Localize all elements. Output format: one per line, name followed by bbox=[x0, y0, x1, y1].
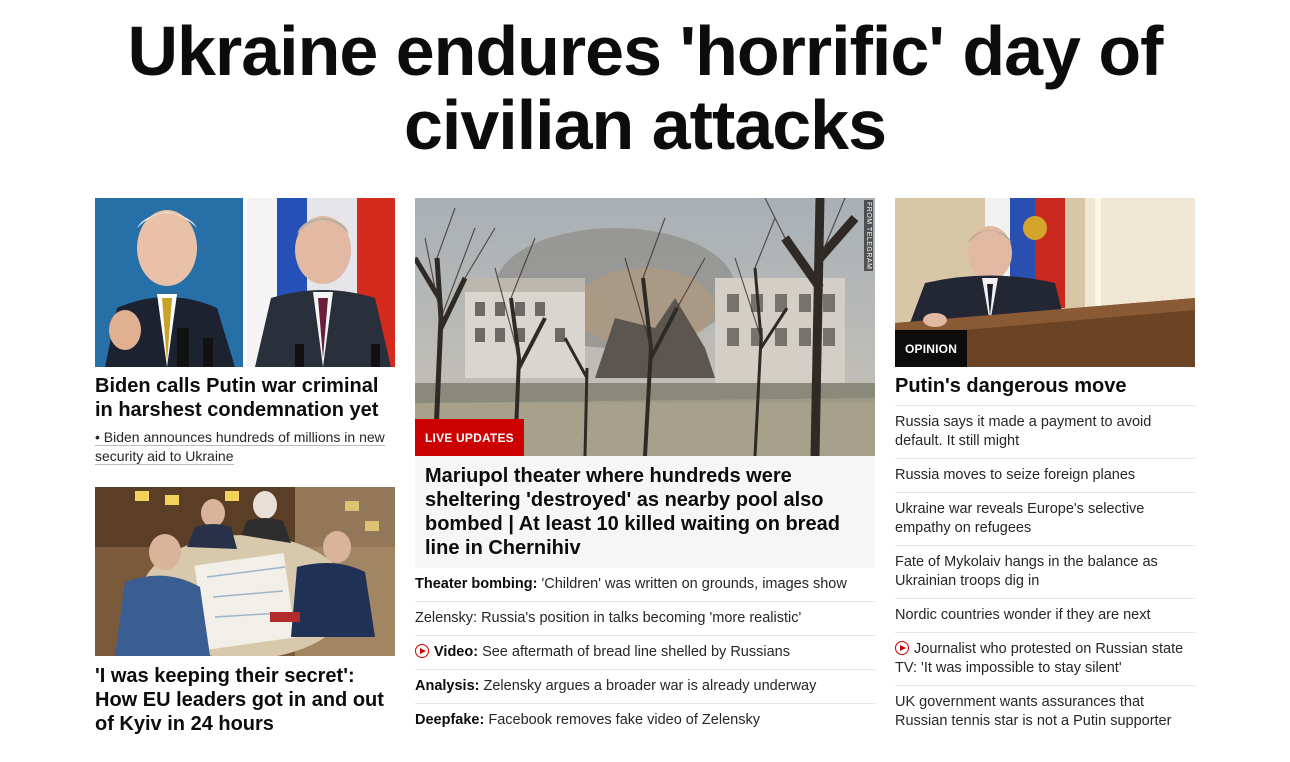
link-text: See aftermath of bread line shelled by R… bbox=[478, 644, 790, 660]
link-prefix: Deepfake: bbox=[415, 712, 485, 728]
related-link-item[interactable]: Theater bombing: 'Children' was written … bbox=[415, 568, 875, 602]
live-updates-label: LIVE UPDATES bbox=[415, 419, 524, 456]
link-text: UK government wants assurances that Russ… bbox=[895, 694, 1172, 729]
link-text: Fate of Mykolaiv hangs in the balance as… bbox=[895, 554, 1158, 589]
right-column: OPINION Putin's dangerous move Russia sa… bbox=[895, 198, 1195, 738]
play-video-icon bbox=[415, 644, 429, 658]
left-column: Biden calls Putin war criminal in harshe… bbox=[95, 198, 395, 735]
related-link-item[interactable]: Zelensky: Russia's position in talks bec… bbox=[415, 602, 875, 636]
main-headline[interactable]: Ukraine endures 'horrific' day of civili… bbox=[60, 14, 1230, 162]
related-link-item[interactable]: Analysis: Zelensky argues a broader war … bbox=[415, 670, 875, 704]
link-text: Facebook removes fake video of Zelensky bbox=[484, 712, 760, 728]
story-biden-title[interactable]: Biden calls Putin war criminal in harshe… bbox=[95, 374, 395, 422]
eu-leaders-photo[interactable] bbox=[95, 487, 395, 656]
link-text: Journalist who protested on Russian stat… bbox=[895, 641, 1184, 676]
link-text: 'Children' was written on grounds, image… bbox=[537, 576, 847, 592]
headline-link-item[interactable]: Ukraine war reveals Europe's selective e… bbox=[895, 493, 1195, 546]
opinion-story-title[interactable]: Putin's dangerous move bbox=[895, 374, 1195, 398]
link-text: Nordic countries wonder if they are next bbox=[895, 607, 1151, 623]
play-video-icon bbox=[895, 641, 909, 655]
link-text: Zelensky argues a broader war is already… bbox=[479, 678, 817, 694]
headline-links-list: Russia says it made a payment to avoid d… bbox=[895, 406, 1195, 738]
story-eu-leaders-title[interactable]: 'I was keeping their secret': How EU lea… bbox=[95, 664, 400, 736]
putin-desk-photo[interactable]: OPINION bbox=[895, 198, 1195, 367]
story-biden-sub-link[interactable]: • Biden announces hundreds of millions i… bbox=[95, 429, 385, 465]
related-link-item[interactable]: Video: See aftermath of bread line shell… bbox=[415, 636, 875, 670]
headline-link-item[interactable]: UK government wants assurances that Russ… bbox=[895, 686, 1195, 738]
related-links-list: Theater bombing: 'Children' was written … bbox=[415, 568, 875, 737]
link-text: Russia says it made a payment to avoid d… bbox=[895, 414, 1152, 449]
link-prefix: Analysis: bbox=[415, 678, 480, 694]
biden-putin-photo[interactable] bbox=[95, 198, 395, 367]
link-text: Zelensky: Russia's position in talks bec… bbox=[415, 610, 802, 626]
middle-column: FROM TELEGRAM LIVE UPDATES Mariupol thea… bbox=[415, 198, 875, 737]
headline-link-item[interactable]: Russia moves to seize foreign planes bbox=[895, 459, 1195, 493]
headline-link-item[interactable]: Fate of Mykolaiv hangs in the balance as… bbox=[895, 546, 1195, 599]
photo-credit: FROM TELEGRAM bbox=[864, 200, 873, 272]
headline-link-item[interactable]: Nordic countries wonder if they are next bbox=[895, 599, 1195, 633]
link-text: Russia moves to seize foreign planes bbox=[895, 467, 1136, 483]
headline-link-item[interactable]: Journalist who protested on Russian stat… bbox=[895, 633, 1195, 686]
link-text: Ukraine war reveals Europe's selective e… bbox=[895, 501, 1145, 536]
mariupol-story-link[interactable]: Mariupol theater where hundreds were she… bbox=[415, 456, 875, 568]
link-prefix: Video: bbox=[434, 644, 479, 660]
opinion-label: OPINION bbox=[895, 330, 968, 367]
link-prefix: Theater bombing: bbox=[415, 576, 538, 592]
mariupol-theater-photo[interactable]: FROM TELEGRAM LIVE UPDATES bbox=[415, 198, 875, 456]
related-link-item[interactable]: Deepfake: Facebook removes fake video of… bbox=[415, 704, 875, 737]
headline-link-item[interactable]: Russia says it made a payment to avoid d… bbox=[895, 406, 1195, 459]
mariupol-story-title: Mariupol theater where hundreds were she… bbox=[425, 465, 840, 559]
